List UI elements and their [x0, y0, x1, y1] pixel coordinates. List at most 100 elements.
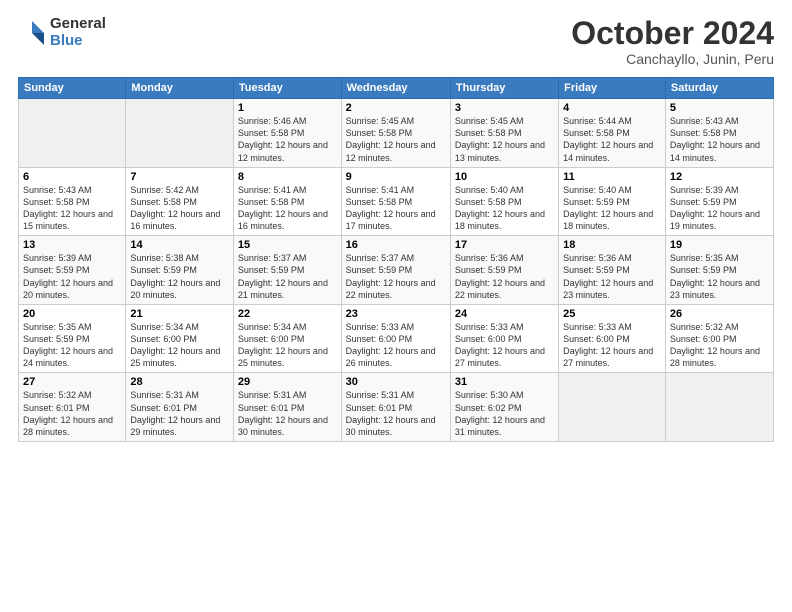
day-info: Sunrise: 5:33 AM Sunset: 6:00 PM Dayligh…: [563, 321, 661, 370]
day-cell: 27Sunrise: 5:32 AM Sunset: 6:01 PM Dayli…: [19, 373, 126, 442]
day-info: Sunrise: 5:32 AM Sunset: 6:00 PM Dayligh…: [670, 321, 769, 370]
day-number: 12: [670, 171, 769, 183]
day-info: Sunrise: 5:34 AM Sunset: 6:00 PM Dayligh…: [238, 321, 337, 370]
day-info: Sunrise: 5:37 AM Sunset: 5:59 PM Dayligh…: [346, 252, 446, 301]
day-number: 9: [346, 171, 446, 183]
day-cell: 5Sunrise: 5:43 AM Sunset: 5:58 PM Daylig…: [665, 99, 773, 168]
col-saturday: Saturday: [665, 78, 773, 99]
day-number: 23: [346, 308, 446, 320]
title-block: October 2024 Canchayllo, Junin, Peru: [571, 16, 774, 67]
day-cell: [19, 99, 126, 168]
day-cell: 11Sunrise: 5:40 AM Sunset: 5:59 PM Dayli…: [559, 167, 666, 236]
col-friday: Friday: [559, 78, 666, 99]
day-info: Sunrise: 5:36 AM Sunset: 5:59 PM Dayligh…: [455, 252, 554, 301]
day-info: Sunrise: 5:43 AM Sunset: 5:58 PM Dayligh…: [670, 115, 769, 164]
logo-general: General: [50, 16, 106, 33]
day-cell: 3Sunrise: 5:45 AM Sunset: 5:58 PM Daylig…: [450, 99, 558, 168]
day-cell: 6Sunrise: 5:43 AM Sunset: 5:58 PM Daylig…: [19, 167, 126, 236]
day-number: 19: [670, 239, 769, 251]
week-row-3: 20Sunrise: 5:35 AM Sunset: 5:59 PM Dayli…: [19, 304, 774, 373]
page: General Blue October 2024 Canchayllo, Ju…: [0, 0, 792, 612]
day-cell: 25Sunrise: 5:33 AM Sunset: 6:00 PM Dayli…: [559, 304, 666, 373]
day-info: Sunrise: 5:41 AM Sunset: 5:58 PM Dayligh…: [346, 184, 446, 233]
col-sunday: Sunday: [19, 78, 126, 99]
day-info: Sunrise: 5:46 AM Sunset: 5:58 PM Dayligh…: [238, 115, 337, 164]
day-info: Sunrise: 5:35 AM Sunset: 5:59 PM Dayligh…: [670, 252, 769, 301]
calendar: Sunday Monday Tuesday Wednesday Thursday…: [18, 77, 774, 442]
logo-text: General Blue: [50, 16, 106, 49]
day-cell: 23Sunrise: 5:33 AM Sunset: 6:00 PM Dayli…: [341, 304, 450, 373]
day-number: 21: [130, 308, 229, 320]
day-cell: 7Sunrise: 5:42 AM Sunset: 5:58 PM Daylig…: [126, 167, 234, 236]
day-cell: 20Sunrise: 5:35 AM Sunset: 5:59 PM Dayli…: [19, 304, 126, 373]
day-number: 15: [238, 239, 337, 251]
day-number: 6: [23, 171, 121, 183]
day-cell: 17Sunrise: 5:36 AM Sunset: 5:59 PM Dayli…: [450, 236, 558, 305]
day-cell: [126, 99, 234, 168]
day-number: 24: [455, 308, 554, 320]
day-number: 10: [455, 171, 554, 183]
day-cell: 19Sunrise: 5:35 AM Sunset: 5:59 PM Dayli…: [665, 236, 773, 305]
day-number: 16: [346, 239, 446, 251]
day-info: Sunrise: 5:40 AM Sunset: 5:58 PM Dayligh…: [455, 184, 554, 233]
location: Canchayllo, Junin, Peru: [571, 51, 774, 67]
week-row-0: 1Sunrise: 5:46 AM Sunset: 5:58 PM Daylig…: [19, 99, 774, 168]
day-cell: 21Sunrise: 5:34 AM Sunset: 6:00 PM Dayli…: [126, 304, 234, 373]
day-info: Sunrise: 5:41 AM Sunset: 5:58 PM Dayligh…: [238, 184, 337, 233]
day-cell: 2Sunrise: 5:45 AM Sunset: 5:58 PM Daylig…: [341, 99, 450, 168]
header: General Blue October 2024 Canchayllo, Ju…: [18, 16, 774, 67]
logo-icon: [18, 19, 46, 47]
day-info: Sunrise: 5:35 AM Sunset: 5:59 PM Dayligh…: [23, 321, 121, 370]
calendar-header: Sunday Monday Tuesday Wednesday Thursday…: [19, 78, 774, 99]
logo-blue: Blue: [50, 33, 106, 50]
day-number: 26: [670, 308, 769, 320]
day-info: Sunrise: 5:37 AM Sunset: 5:59 PM Dayligh…: [238, 252, 337, 301]
col-monday: Monday: [126, 78, 234, 99]
calendar-body: 1Sunrise: 5:46 AM Sunset: 5:58 PM Daylig…: [19, 99, 774, 442]
day-cell: 12Sunrise: 5:39 AM Sunset: 5:59 PM Dayli…: [665, 167, 773, 236]
day-cell: 24Sunrise: 5:33 AM Sunset: 6:00 PM Dayli…: [450, 304, 558, 373]
day-cell: [665, 373, 773, 442]
day-number: 2: [346, 102, 446, 114]
day-number: 28: [130, 376, 229, 388]
day-info: Sunrise: 5:39 AM Sunset: 5:59 PM Dayligh…: [670, 184, 769, 233]
day-info: Sunrise: 5:42 AM Sunset: 5:58 PM Dayligh…: [130, 184, 229, 233]
col-thursday: Thursday: [450, 78, 558, 99]
day-number: 22: [238, 308, 337, 320]
day-cell: 14Sunrise: 5:38 AM Sunset: 5:59 PM Dayli…: [126, 236, 234, 305]
day-number: 5: [670, 102, 769, 114]
day-cell: 30Sunrise: 5:31 AM Sunset: 6:01 PM Dayli…: [341, 373, 450, 442]
header-row: Sunday Monday Tuesday Wednesday Thursday…: [19, 78, 774, 99]
day-cell: 1Sunrise: 5:46 AM Sunset: 5:58 PM Daylig…: [233, 99, 341, 168]
day-info: Sunrise: 5:31 AM Sunset: 6:01 PM Dayligh…: [130, 389, 229, 438]
col-wednesday: Wednesday: [341, 78, 450, 99]
day-cell: 31Sunrise: 5:30 AM Sunset: 6:02 PM Dayli…: [450, 373, 558, 442]
day-number: 30: [346, 376, 446, 388]
col-tuesday: Tuesday: [233, 78, 341, 99]
day-number: 20: [23, 308, 121, 320]
day-cell: 26Sunrise: 5:32 AM Sunset: 6:00 PM Dayli…: [665, 304, 773, 373]
day-info: Sunrise: 5:44 AM Sunset: 5:58 PM Dayligh…: [563, 115, 661, 164]
day-cell: 8Sunrise: 5:41 AM Sunset: 5:58 PM Daylig…: [233, 167, 341, 236]
day-number: 14: [130, 239, 229, 251]
day-cell: 28Sunrise: 5:31 AM Sunset: 6:01 PM Dayli…: [126, 373, 234, 442]
day-info: Sunrise: 5:45 AM Sunset: 5:58 PM Dayligh…: [455, 115, 554, 164]
day-cell: 16Sunrise: 5:37 AM Sunset: 5:59 PM Dayli…: [341, 236, 450, 305]
day-cell: 18Sunrise: 5:36 AM Sunset: 5:59 PM Dayli…: [559, 236, 666, 305]
day-cell: 13Sunrise: 5:39 AM Sunset: 5:59 PM Dayli…: [19, 236, 126, 305]
day-number: 7: [130, 171, 229, 183]
logo: General Blue: [18, 16, 106, 49]
day-info: Sunrise: 5:43 AM Sunset: 5:58 PM Dayligh…: [23, 184, 121, 233]
day-cell: 29Sunrise: 5:31 AM Sunset: 6:01 PM Dayli…: [233, 373, 341, 442]
day-cell: 15Sunrise: 5:37 AM Sunset: 5:59 PM Dayli…: [233, 236, 341, 305]
day-info: Sunrise: 5:33 AM Sunset: 6:00 PM Dayligh…: [346, 321, 446, 370]
day-number: 27: [23, 376, 121, 388]
week-row-1: 6Sunrise: 5:43 AM Sunset: 5:58 PM Daylig…: [19, 167, 774, 236]
day-info: Sunrise: 5:34 AM Sunset: 6:00 PM Dayligh…: [130, 321, 229, 370]
day-number: 29: [238, 376, 337, 388]
day-info: Sunrise: 5:36 AM Sunset: 5:59 PM Dayligh…: [563, 252, 661, 301]
day-info: Sunrise: 5:32 AM Sunset: 6:01 PM Dayligh…: [23, 389, 121, 438]
day-cell: 22Sunrise: 5:34 AM Sunset: 6:00 PM Dayli…: [233, 304, 341, 373]
day-number: 8: [238, 171, 337, 183]
week-row-4: 27Sunrise: 5:32 AM Sunset: 6:01 PM Dayli…: [19, 373, 774, 442]
